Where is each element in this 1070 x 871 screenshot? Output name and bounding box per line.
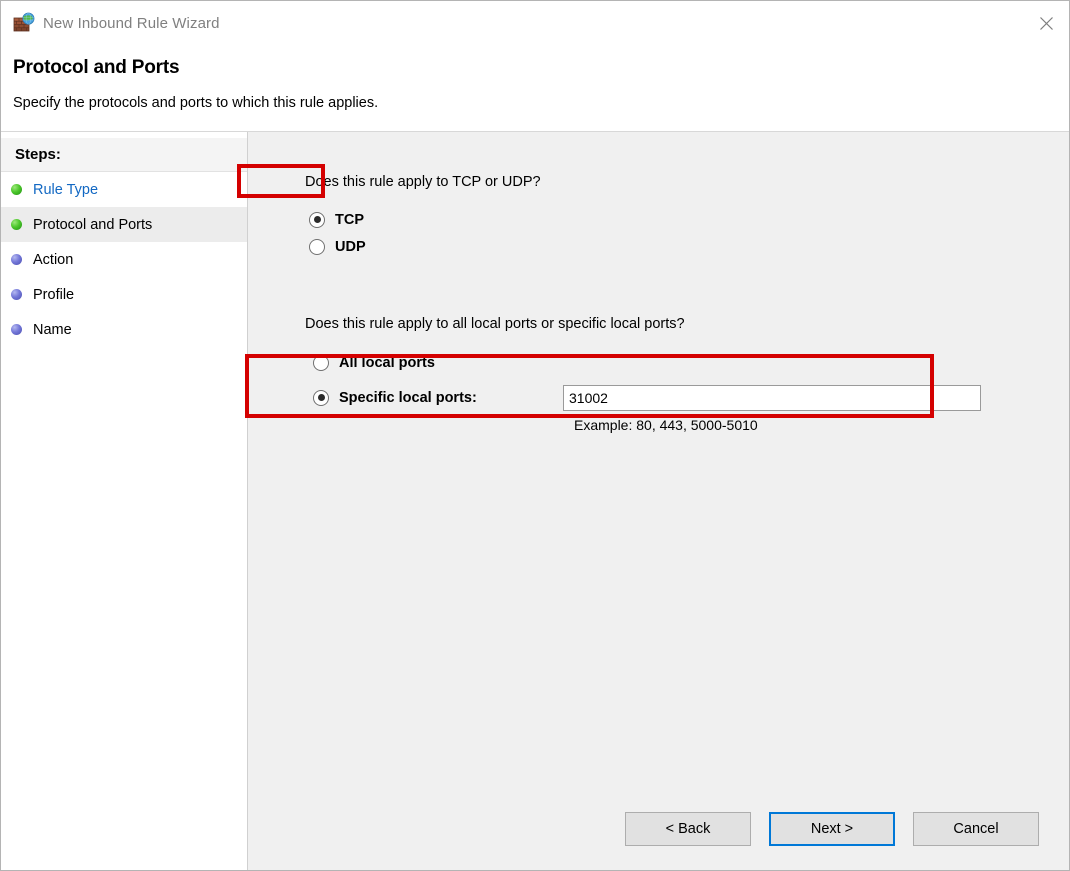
- main-content: Does this rule apply to TCP or UDP? TCP …: [237, 132, 1069, 812]
- radio-row-tcp[interactable]: TCP: [309, 206, 1069, 233]
- window-title: New Inbound Rule Wizard: [43, 14, 220, 32]
- step-bullet-done-icon: [11, 219, 22, 230]
- header-spacer: [13, 111, 1069, 131]
- sidebar-item-label: Protocol and Ports: [33, 216, 153, 233]
- radio-label-udp: UDP: [335, 238, 366, 255]
- radio-label-all-local-ports: All local ports: [339, 354, 435, 371]
- close-icon[interactable]: [1023, 1, 1069, 45]
- sidebar-item-label: Profile: [33, 286, 75, 303]
- wizard-footer: < Back Next > Cancel: [248, 812, 1069, 870]
- radio-udp[interactable]: [309, 238, 325, 255]
- sidebar-item-label: Rule Type: [33, 181, 99, 198]
- step-bullet-todo-icon: [11, 324, 22, 335]
- sidebar-item-name[interactable]: Name: [1, 312, 247, 347]
- steps-heading: Steps:: [1, 138, 247, 172]
- sidebar-item-protocol-and-ports[interactable]: Protocol and Ports: [1, 207, 247, 242]
- radio-specific-local-ports[interactable]: [313, 389, 329, 406]
- radio-row-all-local-ports[interactable]: All local ports: [313, 349, 1069, 376]
- wizard-window: New Inbound Rule Wizard Protocol and Por…: [0, 0, 1070, 871]
- radio-row-udp[interactable]: UDP: [309, 233, 1069, 260]
- page-header: Protocol and Ports Specify the protocols…: [1, 45, 1069, 131]
- next-button[interactable]: Next >: [769, 812, 895, 846]
- sidebar-item-label: Name: [33, 321, 72, 338]
- step-bullet-todo-icon: [11, 289, 22, 300]
- ports-question: Does this rule apply to all local ports …: [305, 316, 685, 332]
- radio-row-specific-local-ports[interactable]: Specific local ports:: [313, 384, 563, 411]
- body-split: Steps: Rule Type Protocol and Ports Acti…: [1, 132, 1069, 870]
- sidebar-item-action[interactable]: Action: [1, 242, 247, 277]
- title-bar: New Inbound Rule Wizard: [1, 1, 1069, 45]
- protocol-question: Does this rule apply to TCP or UDP?: [305, 174, 541, 190]
- step-bullet-todo-icon: [11, 254, 22, 265]
- sidebar-item-profile[interactable]: Profile: [1, 277, 247, 312]
- back-button[interactable]: < Back: [625, 812, 751, 846]
- main-panel: Does this rule apply to TCP or UDP? TCP …: [237, 132, 1069, 870]
- step-bullet-done-icon: [11, 184, 22, 195]
- port-example-text: Example: 80, 443, 5000-5010: [574, 417, 758, 433]
- radio-label-specific-local-ports: Specific local ports:: [339, 389, 477, 406]
- cancel-button[interactable]: Cancel: [913, 812, 1039, 846]
- sidebar-item-label: Action: [33, 251, 74, 268]
- radio-label-tcp: TCP: [335, 211, 364, 228]
- firewall-globe-icon: [13, 12, 35, 34]
- steps-sidebar: Steps: Rule Type Protocol and Ports Acti…: [1, 132, 248, 870]
- radio-tcp[interactable]: [309, 211, 325, 228]
- page-subtitle: Specify the protocols and ports to which…: [13, 95, 379, 111]
- specific-local-ports-input[interactable]: [563, 385, 981, 411]
- page-title: Protocol and Ports: [13, 57, 180, 78]
- radio-all-local-ports[interactable]: [313, 354, 329, 371]
- sidebar-item-rule-type[interactable]: Rule Type: [1, 172, 247, 207]
